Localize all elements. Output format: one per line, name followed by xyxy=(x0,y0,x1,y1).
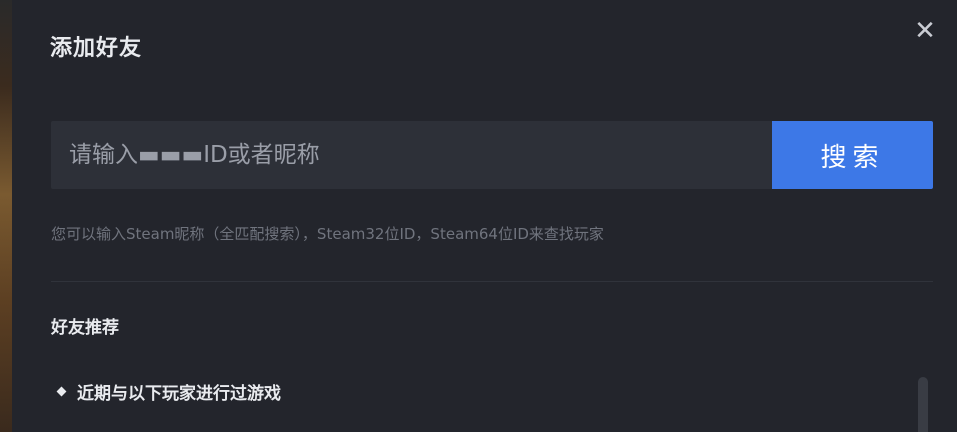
search-bar: 搜索 xyxy=(51,121,933,189)
recent-players-item[interactable]: 近期与以下玩家进行过游戏 xyxy=(56,379,281,404)
scrollbar-thumb[interactable] xyxy=(918,377,928,432)
divider xyxy=(51,281,933,282)
search-input[interactable] xyxy=(51,121,772,189)
search-hint: 您可以输入Steam昵称（全匹配搜索），Steam32位ID，Steam64位I… xyxy=(51,225,604,243)
friend-recommend-title: 好友推荐 xyxy=(51,318,119,338)
search-button[interactable]: 搜索 xyxy=(772,121,933,189)
add-friend-dialog: 添加好友 ✕ 搜索 您可以输入Steam昵称（全匹配搜索），Steam32位ID… xyxy=(12,0,957,432)
close-icon[interactable]: ✕ xyxy=(910,16,940,46)
background-game-art xyxy=(0,0,12,432)
dialog-title: 添加好友 xyxy=(50,36,143,61)
diamond-bullet-icon xyxy=(56,386,67,397)
recent-players-label: 近期与以下玩家进行过游戏 xyxy=(77,384,281,404)
